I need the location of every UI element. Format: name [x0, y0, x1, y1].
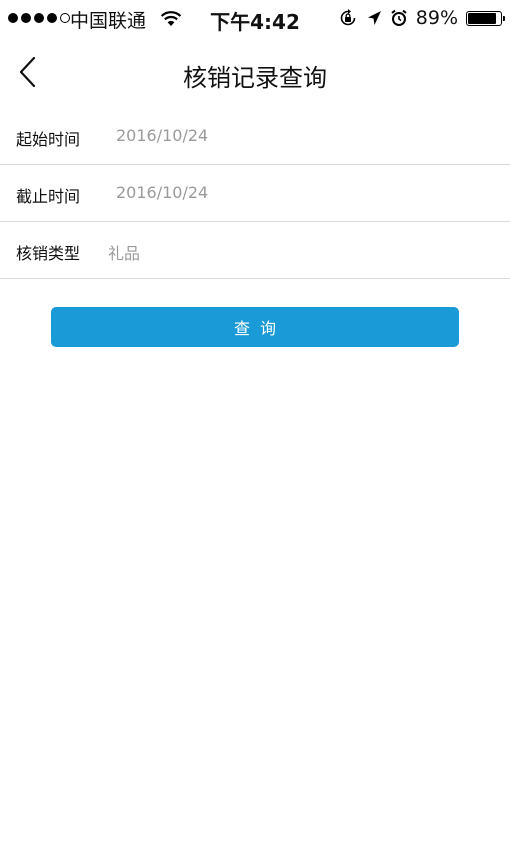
status-bar: 中国联通 下午4:42 89% — [0, 0, 510, 38]
location-arrow-icon — [367, 11, 381, 25]
start-time-label: 起始时间 — [16, 130, 81, 149]
battery-tip — [503, 15, 505, 21]
verify-type-label: 核销类型 — [16, 244, 81, 263]
query-form: 起始时间 2016/10/24 截止时间 2016/10/24 核销类型 礼品 — [0, 108, 510, 279]
navigation-bar: 核销记录查询 — [0, 38, 510, 106]
query-button[interactable]: 查询 — [51, 307, 459, 347]
rotation-lock-icon — [340, 9, 356, 26]
battery-percent: 89% — [415, 7, 458, 29]
back-button[interactable] — [12, 52, 48, 92]
verify-type-field[interactable]: 礼品 — [108, 240, 140, 264]
end-time-field[interactable]: 2016/10/24 — [116, 183, 208, 202]
start-time-row[interactable]: 起始时间 2016/10/24 — [0, 108, 510, 165]
alarm-icon — [391, 9, 407, 26]
status-right-group: 89% — [338, 6, 505, 30]
end-time-row[interactable]: 截止时间 2016/10/24 — [0, 165, 510, 222]
start-time-field[interactable]: 2016/10/24 — [116, 126, 208, 145]
battery-icon — [466, 10, 505, 26]
chevron-left-icon — [19, 56, 36, 88]
page-title: 核销记录查询 — [183, 64, 327, 92]
battery-level-fill — [468, 12, 496, 24]
verify-type-row[interactable]: 核销类型 礼品 — [0, 222, 510, 279]
end-time-label: 截止时间 — [16, 187, 81, 206]
